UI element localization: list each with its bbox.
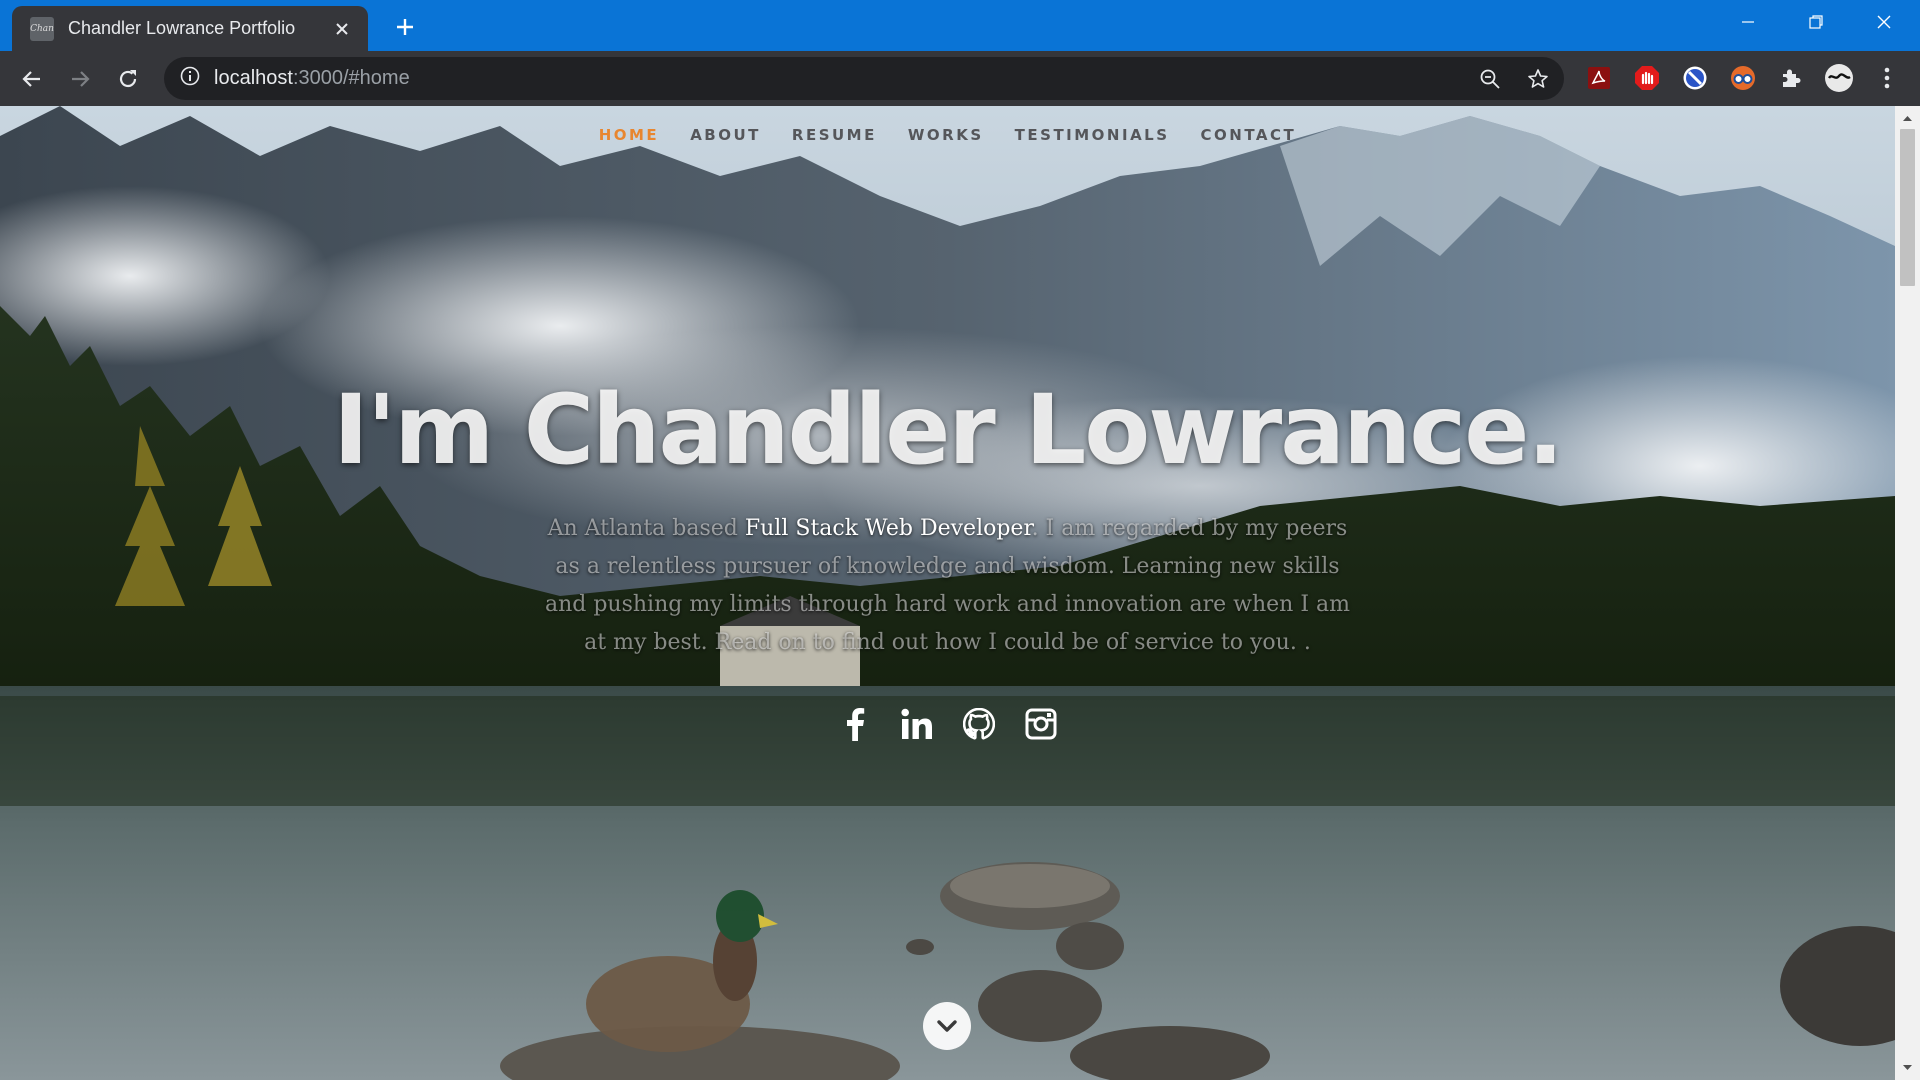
page-viewport: Home About Resume Works Testimonials Con… <box>0 106 1895 1080</box>
browser-toolbar: localhost:3000/#home <box>0 51 1920 106</box>
address-url: localhost:3000/#home <box>214 67 410 89</box>
page-scrollbar[interactable] <box>1895 106 1920 1080</box>
browser-titlebar: Chan Chandler Lowrance Portfolio <box>0 0 1920 51</box>
new-tab-button[interactable] <box>390 12 420 42</box>
tab-favicon: Chan <box>30 16 54 41</box>
address-bar[interactable]: localhost:3000/#home <box>164 57 1564 100</box>
browser-tab[interactable]: Chan Chandler Lowrance Portfolio <box>12 6 368 51</box>
tab-close-icon[interactable] <box>330 17 354 41</box>
scroll-up-arrow-icon <box>1903 116 1912 121</box>
nav-about[interactable]: About <box>690 122 761 148</box>
zoom-icon[interactable] <box>1474 63 1506 95</box>
scroll-down-arrow-icon <box>1903 1065 1912 1070</box>
profile-avatar[interactable] <box>1823 62 1855 94</box>
facebook-icon[interactable] <box>837 706 873 742</box>
forward-button[interactable] <box>64 63 96 95</box>
scrollbar-thumb[interactable] <box>1900 129 1915 286</box>
hero-intro: An Atlanta based Full Stack Web Develope… <box>540 510 1355 662</box>
site-info-icon[interactable] <box>180 66 200 91</box>
adblock-extension-icon[interactable] <box>1631 62 1663 94</box>
restore-button[interactable] <box>1782 0 1850 44</box>
linkedin-icon[interactable] <box>899 706 935 742</box>
close-window-button[interactable] <box>1850 0 1918 44</box>
nav-testimonials[interactable]: Testimonials <box>1015 122 1170 148</box>
nav-contact[interactable]: Contact <box>1201 122 1297 148</box>
intro-role: Full Stack Web Developer <box>744 516 1032 541</box>
bookmark-star-icon[interactable] <box>1522 63 1554 95</box>
browser-menu-icon[interactable] <box>1871 62 1903 94</box>
intro-prefix: An Atlanta based <box>547 516 745 541</box>
main-nav: Home About Resume Works Testimonials Con… <box>0 122 1895 148</box>
hero-headline: I'm Chandler Lowrance. <box>333 374 1564 486</box>
github-icon[interactable] <box>961 706 997 742</box>
social-links <box>0 706 1895 742</box>
instagram-icon[interactable] <box>1023 706 1059 742</box>
back-button[interactable] <box>16 63 48 95</box>
nav-resume[interactable]: Resume <box>792 122 877 148</box>
extensions-puzzle-icon[interactable] <box>1775 62 1807 94</box>
blocker-extension-icon[interactable] <box>1679 62 1711 94</box>
scroll-down-button[interactable] <box>923 1002 971 1050</box>
nav-home[interactable]: Home <box>599 122 659 148</box>
minimize-button[interactable] <box>1714 0 1782 44</box>
nav-works[interactable]: Works <box>908 122 984 148</box>
glasses-extension-icon[interactable] <box>1727 62 1759 94</box>
acrobat-extension-icon[interactable] <box>1583 62 1615 94</box>
tab-title: Chandler Lowrance Portfolio <box>68 18 296 38</box>
chevron-down-icon <box>937 1020 957 1032</box>
reload-button[interactable] <box>112 63 144 95</box>
